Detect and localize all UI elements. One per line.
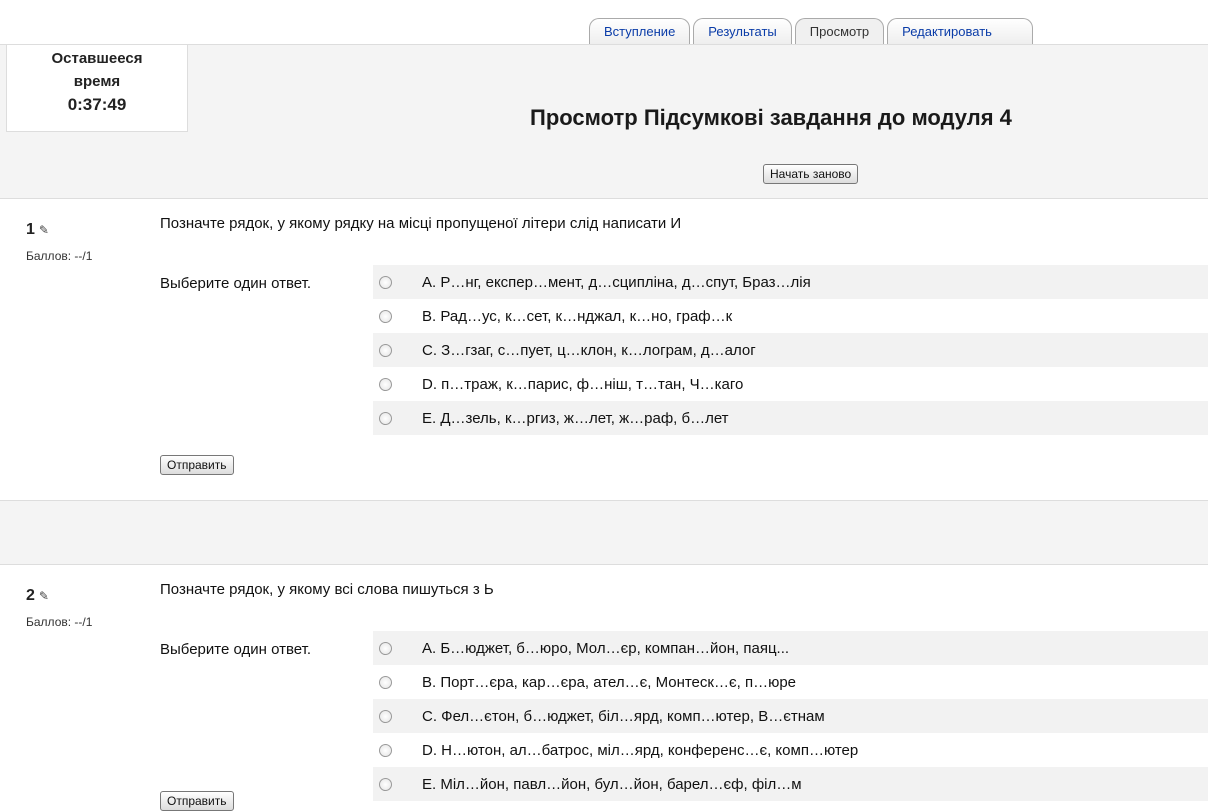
question-text: Позначте рядок, у якому всі слова пишуть… [160, 581, 494, 598]
question-separator [0, 500, 1208, 564]
pencil-icon[interactable]: ✎ [39, 589, 49, 603]
answer-label: B. Рад…ус, к…сет, к…нджал, к…но, граф…к [422, 307, 733, 325]
radio-button[interactable] [379, 309, 392, 323]
answer-label: E. Міл…йон, павл…йон, бул…йон, барел…єф,… [422, 775, 802, 793]
question-number: 1 ✎ [26, 221, 49, 239]
tab-results[interactable]: Результаты [693, 18, 792, 44]
question-2: 2 ✎ Баллов: --/1 Позначте рядок, у якому … [0, 564, 1208, 811]
pencil-icon[interactable]: ✎ [39, 223, 49, 237]
answer-option-a[interactable]: A. Р…нг, експер…мент, д…сципліна, д…спут… [373, 265, 1208, 299]
radio-button[interactable] [379, 275, 392, 289]
answer-option-d[interactable]: D. Н…ютон, ал…батрос, міл…ярд, конференс… [373, 733, 1208, 767]
radio-button[interactable] [379, 343, 392, 357]
answer-option-d[interactable]: D. п…траж, к…парис, ф…ніш, т…тан, Ч…каго [373, 367, 1208, 401]
answer-label: A. Б…юджет, б…юро, Мол…єр, компан…йон, п… [422, 639, 790, 657]
radio-button[interactable] [379, 411, 392, 425]
answer-option-e[interactable]: E. Міл…йон, павл…йон, бул…йон, барел…єф,… [373, 767, 1208, 801]
tab-bar: Вступление Результаты Просмотр Редактиро… [589, 18, 1036, 44]
page-title: Просмотр Підсумкові завдання до модуля 4 [530, 105, 1012, 130]
answer-label: D. п…траж, к…парис, ф…ніш, т…тан, Ч…каго [422, 375, 744, 393]
radio-button[interactable] [379, 377, 392, 391]
timer-label-line1: Оставшееся [51, 50, 143, 67]
timer-label-line2: время [73, 73, 121, 90]
radio-button[interactable] [379, 777, 392, 791]
radio-button[interactable] [379, 675, 392, 689]
question-score: Баллов: --/1 [26, 249, 93, 263]
answer-label: C. З…гзаг, с…пует, ц…клон, к…лограм, д…а… [422, 341, 756, 359]
timer-value: 0:37:49 [67, 95, 127, 114]
answer-label: B. Порт…єра, кар…єра, ател…є, Монтеск…є,… [422, 673, 797, 691]
submit-button[interactable]: Отправить [160, 455, 234, 475]
choose-label: Выберите один ответ. [160, 641, 311, 658]
answer-label: A. Р…нг, експер…мент, д…сципліна, д…спут… [422, 273, 811, 291]
submit-button[interactable]: Отправить [160, 791, 234, 811]
choose-label: Выберите один ответ. [160, 275, 311, 292]
question-score: Баллов: --/1 [26, 615, 93, 629]
question-number-text: 2 [26, 587, 35, 604]
answer-option-a[interactable]: A. Б…юджет, б…юро, Мол…єр, компан…йон, п… [373, 631, 1208, 665]
answer-list: A. Б…юджет, б…юро, Мол…єр, компан…йон, п… [373, 631, 1208, 801]
radio-button[interactable] [379, 709, 392, 723]
radio-button[interactable] [379, 641, 392, 655]
tab-intro[interactable]: Вступление [589, 18, 691, 44]
answer-label: C. Фел…єтон, б…юджет, біл…ярд, комп…ютер… [422, 707, 825, 725]
tab-preview[interactable]: Просмотр [794, 18, 885, 44]
answer-label: D. Н…ютон, ал…батрос, міл…ярд, конференс… [422, 741, 859, 759]
question-text: Позначте рядок, у якому рядку на місці п… [160, 215, 682, 232]
radio-button[interactable] [379, 743, 392, 757]
tab-edit[interactable]: Редактировать [887, 18, 1033, 44]
question-1: 1 ✎ Баллов: --/1 Позначте рядок, у якому … [0, 198, 1208, 500]
restart-button[interactable]: Начать заново [763, 164, 859, 184]
time-remaining-box: Оставшееся время 0:37:49 [6, 44, 188, 132]
answer-option-b[interactable]: B. Порт…єра, кар…єра, ател…є, Монтеск…є,… [373, 665, 1208, 699]
answer-option-b[interactable]: B. Рад…ус, к…сет, к…нджал, к…но, граф…к [373, 299, 1208, 333]
answer-option-c[interactable]: C. Фел…єтон, б…юджет, біл…ярд, комп…ютер… [373, 699, 1208, 733]
answer-option-c[interactable]: C. З…гзаг, с…пует, ц…клон, к…лограм, д…а… [373, 333, 1208, 367]
answer-option-e[interactable]: E. Д…зель, к…ргиз, ж…лет, ж…раф, б…лет [373, 401, 1208, 435]
answer-list: A. Р…нг, експер…мент, д…сципліна, д…спут… [373, 265, 1208, 435]
answer-label: E. Д…зель, к…ргиз, ж…лет, ж…раф, б…лет [422, 409, 729, 427]
question-number-text: 1 [26, 221, 35, 238]
question-number: 2 ✎ [26, 587, 49, 605]
